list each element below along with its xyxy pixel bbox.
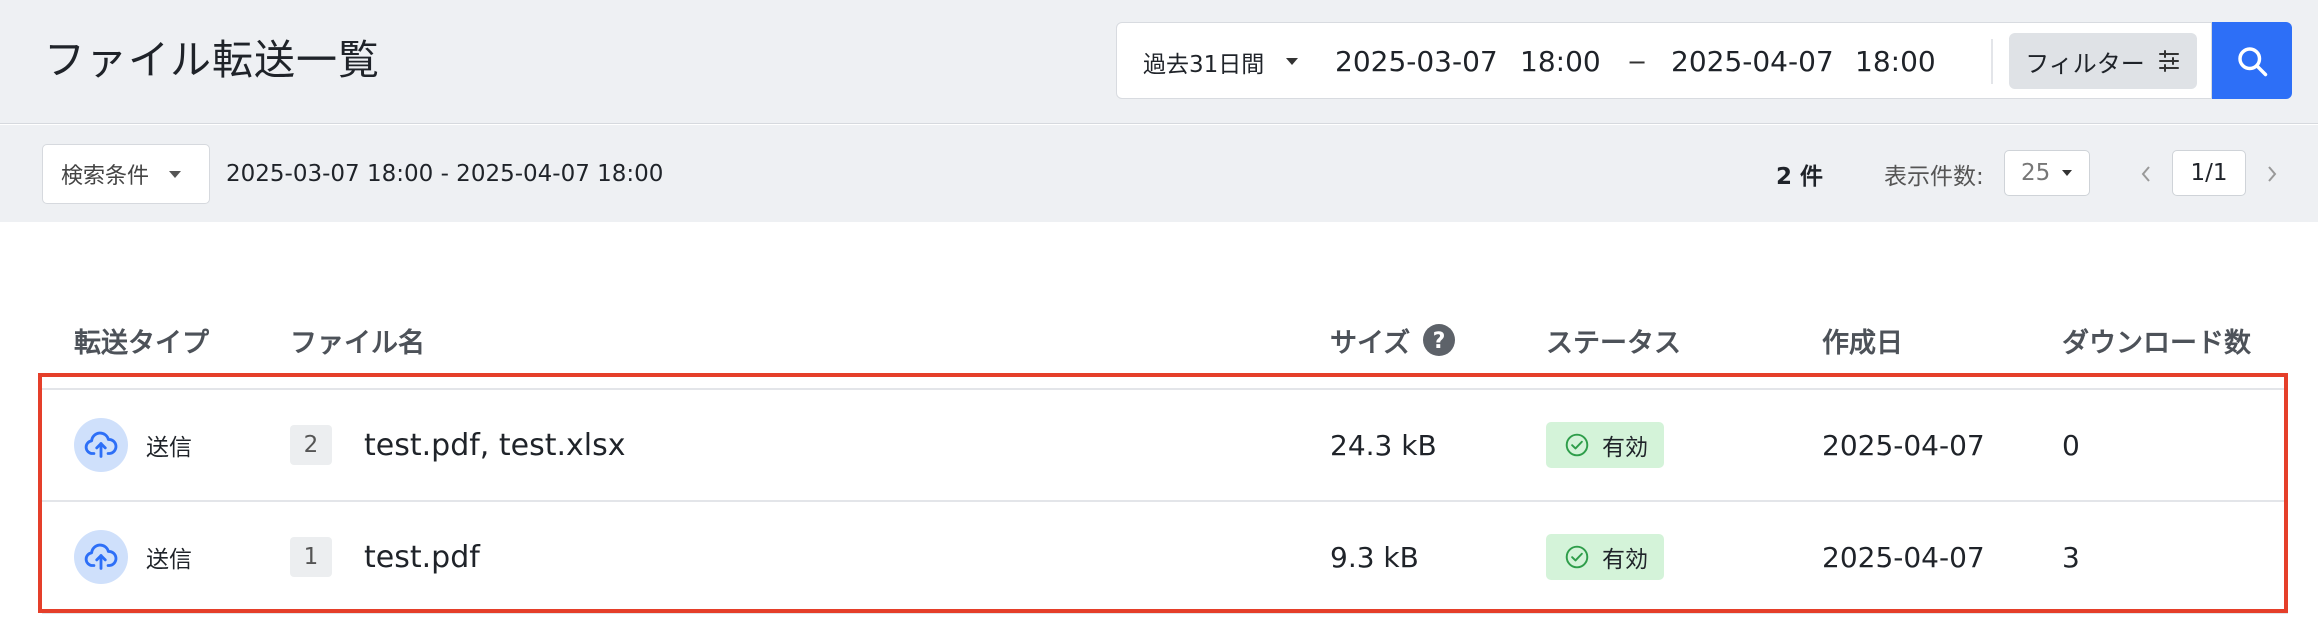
search-condition-button[interactable]: 検索条件: [42, 144, 210, 204]
status-label: 有効: [1602, 435, 1648, 461]
cloud-upload-icon: [74, 418, 128, 472]
page-title: ファイル転送一覧: [44, 36, 380, 84]
cloud-upload-icon: [74, 530, 128, 584]
search-button[interactable]: [2212, 22, 2292, 99]
divider: [1991, 39, 1993, 84]
range-preset-select[interactable]: 過去31日間: [1143, 23, 1299, 100]
filter-button[interactable]: フィルター: [2009, 33, 2197, 89]
next-page-button[interactable]: [2260, 144, 2284, 204]
column-header-size: サイズ ?: [1330, 318, 1456, 362]
table-row[interactable]: 送信 2 test.pdf, test.xlsx 24.3 kB 有効 2025…: [42, 388, 2288, 500]
caret-down-icon: [169, 170, 182, 178]
column-header-size-label: サイズ: [1330, 327, 1411, 359]
caret-down-icon: [2062, 170, 2073, 176]
caret-down-icon: [1286, 58, 1299, 65]
search-condition-bar: 検索条件 2025-03-07 18:00 - 2025-04-07 18:00…: [0, 125, 2318, 222]
download-count: 3: [2062, 540, 2080, 574]
chevron-left-icon: [2141, 166, 2150, 182]
page-indicator: 1/1: [2172, 150, 2246, 196]
check-circle-icon: [1565, 433, 1589, 457]
check-circle-icon: [1565, 545, 1589, 569]
per-page-label: 表示件数:: [1884, 164, 1984, 190]
per-page-value: 25: [2021, 160, 2051, 186]
range-preset-label: 過去31日間: [1143, 51, 1265, 78]
svg-text:?: ?: [1433, 329, 1446, 354]
table-row[interactable]: 送信 1 test.pdf 9.3 kB 有効 2025-04-07 3: [42, 500, 2288, 612]
condition-range-text: 2025-03-07 18:00 - 2025-04-07 18:00: [226, 161, 664, 187]
filter-button-label: フィルター: [2025, 49, 2145, 78]
column-header-downloads: ダウンロード数: [2062, 327, 2251, 359]
date-range-box: 過去31日間 2025-03-07 18:00 − 2025-04-07 18:…: [1116, 22, 2212, 99]
start-time-input[interactable]: 18:00: [1520, 23, 1601, 100]
column-header-created: 作成日: [1822, 327, 1903, 359]
status-badge: 有効: [1546, 422, 1664, 468]
transfer-type-label: 送信: [146, 547, 192, 573]
start-date-input[interactable]: 2025-03-07: [1335, 23, 1498, 100]
transfer-type-cell: 送信: [74, 502, 192, 612]
file-count-badge: 1: [290, 537, 332, 577]
column-header-file-name: ファイル名: [290, 327, 425, 359]
header: ファイル転送一覧 過去31日間 2025-03-07 18:00 − 2025-…: [0, 0, 2318, 124]
status-label: 有効: [1602, 547, 1648, 573]
file-name[interactable]: test.pdf: [364, 540, 480, 575]
search-icon: [2238, 46, 2268, 76]
download-count: 0: [2062, 428, 2080, 462]
search-condition-label: 検索条件: [61, 164, 150, 189]
transfer-type-label: 送信: [146, 435, 192, 461]
table-bottom-border: [42, 612, 2288, 614]
created-date: 2025-04-07: [1822, 540, 1985, 574]
status-badge: 有効: [1546, 534, 1664, 580]
file-name-cell[interactable]: 1 test.pdf: [290, 502, 480, 612]
status-cell: 有効: [1546, 502, 1664, 612]
prev-page-button[interactable]: [2134, 144, 2158, 204]
sliders-icon: [2158, 50, 2179, 72]
file-name[interactable]: test.pdf, test.xlsx: [364, 428, 626, 463]
file-size: 24.3 kB: [1330, 428, 1437, 462]
column-header-type: 転送タイプ: [74, 327, 209, 359]
chevron-right-icon: [2268, 166, 2277, 182]
end-date-input[interactable]: 2025-04-07: [1671, 23, 1834, 100]
range-separator: −: [1627, 47, 1648, 76]
file-size: 9.3 kB: [1330, 540, 1419, 574]
help-circle-icon[interactable]: ?: [1422, 323, 1456, 357]
file-count-badge: 2: [290, 425, 332, 465]
result-count: 2 件: [1776, 164, 1824, 190]
end-time-input[interactable]: 18:00: [1855, 23, 1936, 100]
per-page-select[interactable]: 25: [2004, 150, 2090, 196]
created-date: 2025-04-07: [1822, 428, 1985, 462]
column-header-status: ステータス: [1546, 327, 1681, 359]
file-name-cell[interactable]: 2 test.pdf, test.xlsx: [290, 390, 626, 500]
transfer-type-cell: 送信: [74, 390, 192, 500]
status-cell: 有効: [1546, 390, 1664, 500]
